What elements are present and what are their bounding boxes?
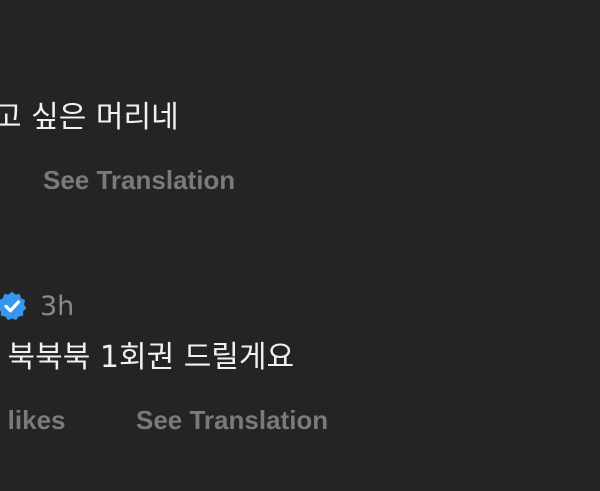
verified-badge-icon — [0, 291, 27, 321]
comment-2-timestamp: 3h — [40, 291, 75, 322]
comment-2-text-body: 북북북 1회권 드릴게요 — [7, 340, 295, 375]
comment-2-likes-button[interactable]: 7 likes — [0, 407, 66, 433]
comment-1-see-translation-button[interactable]: See Translation — [43, 167, 235, 193]
comment-2-text: ·북북북 1회권 드릴게요 — [0, 340, 295, 375]
comments-screen: 고 싶은 머리네 See Translation 3h ·북북북 1회권 드릴게… — [0, 0, 600, 491]
comment-2-see-translation-button[interactable]: See Translation — [136, 407, 328, 433]
comment-1-text: 고 싶은 머리네 — [0, 100, 179, 135]
